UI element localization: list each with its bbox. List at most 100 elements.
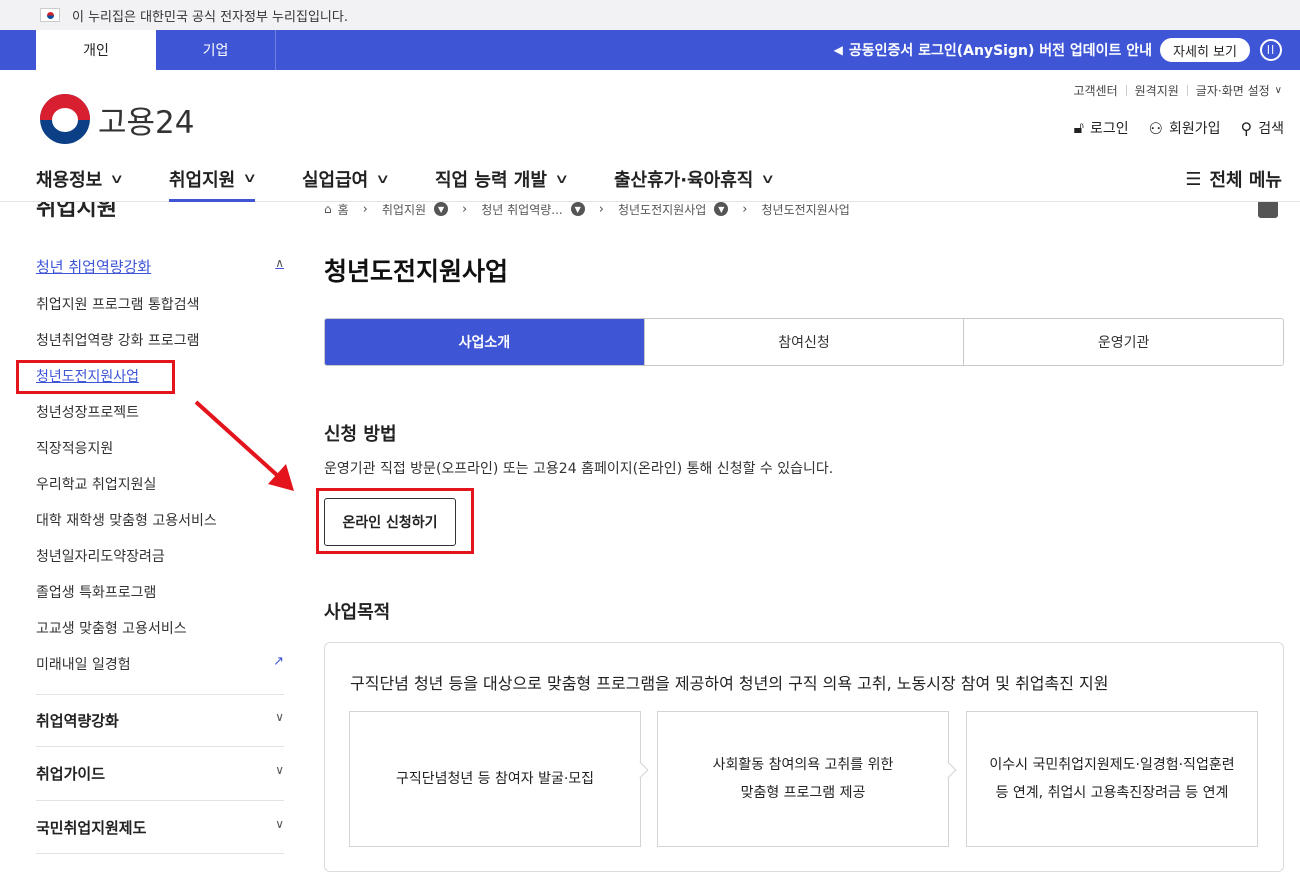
divider [36,853,284,854]
megaphone-icon: ◀ [833,43,843,57]
purpose-summary: 구직단념 청년 등을 대상으로 맞춤형 프로그램을 제공하여 청년의 구직 의욕… [350,674,1109,693]
chevron-up-icon: ∧ [275,256,284,270]
sidebar-group[interactable]: 취업가이드 ∨ [36,763,284,784]
nav-item-jobs[interactable]: 채용정보 ∨ [36,164,125,194]
pause-icon[interactable]: || [1260,39,1282,61]
sidebar-item-label: 청년취업역량 강화 프로그램 [36,333,200,349]
tab-operators[interactable]: 운영기관 [963,319,1283,365]
sidebar-item[interactable]: 청년일자리도약장려금 [36,546,284,566]
notice-link[interactable]: ◀ 공동인증서 로그인(AnySign) 버전 업데이트 안내 [834,30,1152,70]
page-title: 청년도전지원사업 [324,257,509,286]
content-tabs: 사업소개 참여신청 운영기관 [324,318,1284,366]
site-logo[interactable]: 고용24 [40,94,195,144]
chevron-right-icon: › [598,201,604,217]
sidebar-item-label: 고교생 맞춤형 고용서비스 [36,621,187,637]
sidebar-item-label: 우리학교 취업지원실 [36,477,157,493]
divider [1125,85,1127,96]
purpose-step-line: 이수시 국민취업지원제도·일경험·직업훈련 [989,757,1235,773]
sidebar-group[interactable]: 국민취업지원제도 ∨ [36,817,284,838]
tab-personal[interactable]: 개인 [36,30,156,70]
chevron-down-icon: ∨ [109,171,125,187]
sidebar-item[interactable]: 미래내일 일경험 ↗ [36,654,284,674]
sidebar-item[interactable]: 대학 재학생 맞춤형 고용서비스 [36,510,284,530]
sidebar-item[interactable]: 청년취업역량 강화 프로그램 [36,330,284,350]
chevron-right-icon: › [462,201,468,217]
nav-item-label: 취업지원 [169,169,236,191]
sidebar-item[interactable]: 취업지원 프로그램 통합검색 [36,294,284,314]
highlight-box [16,360,175,394]
breadcrumb-item[interactable]: 취업지원 [382,201,426,218]
chevron-down-icon: ∨ [760,171,776,187]
chevron-down-icon: ∨ [1274,85,1282,96]
sidebar-group[interactable]: 취업역량강화 ∨ [36,710,284,731]
sidebar-group-youth[interactable]: 청년 취업역량강화 ∧ [36,256,284,277]
nav-item-label: 직업 능력 개발 [435,170,547,191]
login-link[interactable]: 🔓︎ 로그인 [1074,118,1129,138]
divider [36,800,284,801]
chevron-down-icon: ∨ [275,763,284,777]
purpose-heading: 사업목적 [324,602,391,623]
sidebar-item-label: 청년성장프로젝트 [36,405,140,421]
sidebar-item[interactable]: 졸업생 특화프로그램 [36,582,284,602]
sidebar-group-label: 취업역량강화 [36,712,119,730]
signup-link[interactable]: ⚇ 회원가입 [1149,118,1221,138]
purpose-step-line: 맞춤형 프로그램 제공 [740,785,866,801]
sidebar-item[interactable]: 고교생 맞춤형 고용서비스 [36,618,284,638]
external-link-icon: ↗ [273,654,284,669]
chevron-down-icon: ∨ [275,817,284,831]
search-link[interactable]: ⚲ 검색 [1241,118,1284,138]
chevron-down-icon[interactable]: ▼ [434,202,449,216]
chevron-down-icon: ∨ [554,171,570,187]
purpose-step: 구직단념청년 등 참여자 발굴·모집 [349,711,641,847]
search-icon: ⚲ [1240,118,1253,138]
divider [1186,85,1188,96]
login-label: 로그인 [1090,121,1129,137]
display-settings-link[interactable]: 글자·화면 설정 [1196,82,1270,99]
purpose-step: 이수시 국민취업지원제도·일경험·직업훈련 등 연계, 취업시 고용촉진장려금 … [966,711,1258,847]
print-icon[interactable] [1258,202,1278,218]
top-bar: 개인 기업 ◀ 공동인증서 로그인(AnySign) 버전 업데이트 안내 자세… [0,30,1300,70]
detail-button[interactable]: 자세히 보기 [1160,38,1250,62]
nav-item-unemployment-benefit[interactable]: 실업급여 ∨ [302,164,391,194]
menu-icon: ☰ [1185,168,1202,190]
breadcrumb-home[interactable]: 홈 [338,201,349,218]
sidebar-item-label: 취업지원 프로그램 통합검색 [36,297,200,313]
divider [36,746,284,747]
nav-item-employment-support[interactable]: 취업지원 ∨ [169,164,258,202]
highlight-box [316,488,474,554]
chevron-down-icon[interactable]: ▼ [570,202,585,216]
tab-business[interactable]: 기업 [156,30,276,70]
gov-banner: 이 누리집은 대한민국 공식 전자정부 누리집입니다. [0,0,1300,30]
sidebar-group-label: 국민취업지원제도 [36,819,147,837]
purpose-step-line: 구직단념청년 등 참여자 발굴·모집 [395,771,595,787]
all-menu-label: 전체 메뉴 [1209,170,1282,191]
tab-business-intro[interactable]: 사업소개 [325,319,644,365]
purpose-step-line: 등 연계, 취업시 고용촉진장려금 등 연계 [995,785,1229,801]
arrow-annotation [194,400,294,491]
all-menu-button[interactable]: ☰ 전체 메뉴 [1185,166,1282,192]
flag-icon [40,8,60,22]
logo-text: 고용24 [98,104,195,141]
notice-text: 공동인증서 로그인(AnySign) 버전 업데이트 안내 [848,43,1152,59]
chevron-down-icon[interactable]: ▼ [714,202,729,216]
sidebar-group-label: 청년 취업역량강화 [36,258,152,276]
apply-description: 운영기관 직접 방문(오프라인) 또는 고용24 홈페이지(온라인) 통해 신청… [324,461,834,477]
search-label: 검색 [1258,121,1284,137]
divider [36,694,284,695]
sidebar-item-label: 청년일자리도약장려금 [36,549,165,565]
breadcrumb-item[interactable]: 청년 취업역량... [481,201,563,218]
chevron-right-icon: › [742,201,748,217]
sidebar-item-label: 미래내일 일경험 [36,657,131,673]
nav-item-vocational-training[interactable]: 직업 능력 개발 ∨ [435,164,570,194]
breadcrumb-item[interactable]: 청년도전지원사업 [618,201,706,218]
tab-apply[interactable]: 참여신청 [643,319,964,365]
chevron-down-icon: ∨ [375,171,391,187]
customer-center-link[interactable]: 고객센터 [1073,82,1117,99]
nav-item-parental-leave[interactable]: 출산휴가·육아휴직 ∨ [614,164,776,194]
home-icon: ⌂ [324,202,332,216]
sidebar-group-label: 취업가이드 [36,765,106,783]
account-links: 🔓︎ 로그인 ⚇ 회원가입 ⚲ 검색 [1054,118,1284,138]
breadcrumb-current: 청년도전지원사업 [761,202,850,217]
main-nav: 채용정보 ∨ 취업지원 ∨ 실업급여 ∨ 직업 능력 개발 ∨ 출산휴가·육아휴… [0,160,1300,202]
remote-support-link[interactable]: 원격지원 [1135,82,1179,99]
